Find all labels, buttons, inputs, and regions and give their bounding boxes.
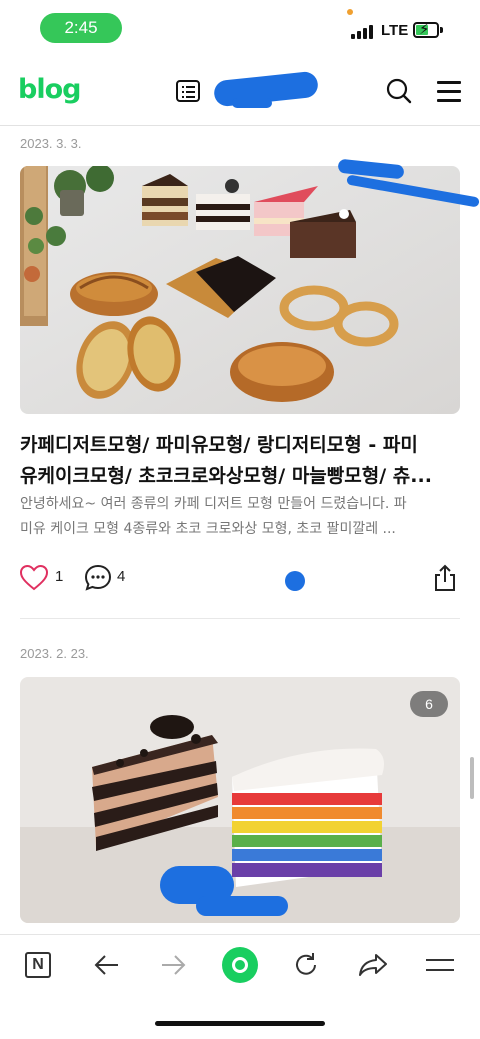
post-thumbnail[interactable] [20, 166, 460, 414]
redacted-dot [285, 571, 305, 591]
post-title[interactable]: 카페디저트모형/ 파미유모형/ 랑디저티모형 - 파미 유케이크모형/ 초코크로… [20, 430, 460, 492]
like-count: 1 [55, 568, 64, 585]
menu-icon[interactable] [426, 957, 454, 973]
comment-icon[interactable] [84, 564, 112, 592]
list-icon[interactable] [176, 80, 200, 102]
battery-icon: ⚡ [413, 21, 439, 38]
home-icon[interactable] [222, 947, 258, 983]
forward-icon[interactable] [160, 954, 186, 976]
redacted-blog-name-tail [232, 98, 272, 108]
network-type: LTE [381, 22, 409, 39]
cake-photo [20, 677, 460, 923]
status-time: 2:45 [40, 13, 122, 43]
post-excerpt[interactable]: 안녕하세요~ 여러 종류의 카페 디저트 모형 만들어 드렸습니다. 파 미유 … [20, 492, 460, 542]
share-icon[interactable] [358, 953, 388, 977]
naver-icon[interactable]: N [25, 952, 51, 978]
post-title-line1: 카페디저트모형/ 파미유모형/ 랑디저티모형 - 파미 [20, 434, 418, 456]
refresh-icon[interactable] [293, 952, 319, 978]
battery-tip [440, 27, 443, 33]
post-excerpt-line2: 미유 케이크 모형 4종류와 초코 크로와상 모형, 초코 팔미깔레 ... [20, 521, 396, 537]
scrollbar[interactable] [470, 757, 474, 799]
post-date: 2023. 3. 3. [20, 136, 82, 151]
post-excerpt-line1: 안녕하세요~ 여러 종류의 카페 디저트 모형 만들어 드렸습니다. 파 [20, 496, 407, 512]
post-date: 2023. 2. 23. [20, 646, 89, 661]
share-icon[interactable] [433, 564, 457, 592]
heart-icon[interactable] [20, 565, 48, 591]
back-icon[interactable] [94, 954, 120, 976]
post-title-line2: 유케이크모형/ 초코크로와상모형/ 마늘빵모형/ 츄... [20, 465, 432, 487]
comment-count: 4 [117, 568, 126, 585]
home-indicator [155, 1021, 325, 1026]
post-thumbnail[interactable] [20, 677, 460, 923]
search-icon[interactable] [386, 78, 412, 104]
blog-logo[interactable]: blog [18, 74, 81, 105]
redacted-watermark-tail [196, 896, 288, 916]
image-count-badge: 6 [410, 691, 448, 717]
dessert-photo [20, 166, 460, 414]
privacy-indicator [347, 9, 353, 15]
signal-icon [351, 25, 375, 39]
post-divider [20, 618, 460, 619]
menu-icon[interactable] [437, 80, 461, 102]
header-divider [0, 125, 480, 126]
